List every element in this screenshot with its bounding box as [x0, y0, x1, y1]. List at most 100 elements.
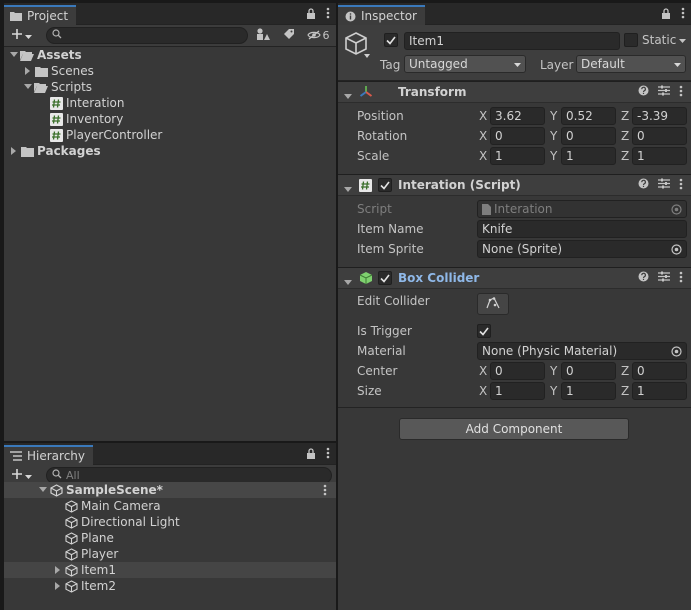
kebab-menu-icon[interactable] [326, 447, 330, 462]
center-z-value: 0 [637, 364, 645, 378]
add-component-button[interactable]: Add Component [399, 418, 629, 440]
position-y-field[interactable]: 0.52 [561, 107, 616, 125]
folder-open-icon [34, 80, 48, 94]
hierarchy-item-main-camera[interactable]: Main Camera [4, 498, 336, 514]
edit-collider-button[interactable] [477, 293, 509, 315]
object-name-value: Item1 [409, 34, 444, 48]
tree-item-interation[interactable]: Interation [4, 95, 336, 111]
expanded-arrow-icon[interactable] [344, 275, 352, 289]
folder-open-icon [20, 48, 34, 62]
tree-item-inventory[interactable]: Inventory [4, 111, 336, 127]
object-picker-icon[interactable] [671, 244, 682, 257]
transform-header[interactable]: Transform [338, 81, 691, 103]
rotation-y-value: 0 [566, 129, 574, 143]
tree-item-label: PlayerController [66, 128, 163, 142]
item-sprite-field[interactable]: None (Sprite) [477, 240, 687, 258]
rotation-y-field[interactable]: 0 [561, 127, 616, 145]
help-icon[interactable] [638, 178, 649, 192]
presets-icon[interactable] [658, 85, 670, 99]
script-enabled-checkbox[interactable] [378, 178, 392, 192]
object-picker-icon[interactable] [671, 346, 682, 359]
scene-row[interactable]: SampleScene* [4, 482, 336, 498]
active-checkbox[interactable] [384, 33, 398, 47]
position-x-field[interactable]: 3.62 [490, 107, 545, 125]
help-icon[interactable] [638, 85, 649, 99]
tree-item-packages[interactable]: Packages [4, 143, 336, 159]
tree-item-scenes[interactable]: Scenes [4, 63, 336, 79]
lock-icon[interactable] [306, 7, 316, 22]
presets-icon[interactable] [658, 178, 670, 192]
tab-inspector[interactable]: Inspector [338, 5, 425, 25]
size-z-field[interactable]: 1 [632, 382, 687, 400]
expanded-arrow-icon[interactable] [344, 89, 352, 103]
is-trigger-checkbox[interactable] [477, 324, 491, 338]
hierarchy-item-player[interactable]: Player [4, 546, 336, 562]
project-tabbar: Project [4, 3, 336, 25]
hierarchy-item-item2[interactable]: Item2 [4, 578, 336, 594]
hidden-packages-toggle[interactable]: 6 [304, 27, 332, 45]
hierarchy-item-directional-light[interactable]: Directional Light [4, 514, 336, 530]
collider-enabled-checkbox[interactable] [378, 271, 392, 285]
gameobject-icon[interactable] [344, 31, 372, 62]
kebab-menu-icon[interactable] [679, 271, 683, 286]
tag-dropdown[interactable]: Untagged [404, 55, 526, 73]
collapsed-arrow-icon[interactable] [8, 147, 20, 155]
unity-scene-icon [49, 483, 63, 497]
size-x-field[interactable]: 1 [490, 382, 545, 400]
center-z-field[interactable]: 0 [632, 362, 687, 380]
object-name-field[interactable]: Item1 [404, 32, 620, 50]
scale-z-field[interactable]: 1 [632, 147, 687, 165]
collapsed-arrow-icon[interactable] [52, 566, 64, 574]
hierarchy-item-item1[interactable]: Item1 [4, 562, 336, 578]
box-collider-header[interactable]: Box Collider [338, 267, 691, 289]
rotation-x-field[interactable]: 0 [490, 127, 545, 145]
rotation-z-field[interactable]: 0 [632, 127, 687, 145]
hierarchy-item-plane[interactable]: Plane [4, 530, 336, 546]
tree-item-label: Inventory [66, 112, 124, 126]
tree-item-scripts[interactable]: Scripts [4, 79, 336, 95]
kebab-menu-icon[interactable] [326, 7, 330, 22]
static-dropdown[interactable]: Static [642, 33, 687, 47]
tab-project[interactable]: Project [4, 5, 77, 25]
kebab-menu-icon[interactable] [681, 7, 685, 22]
is-trigger-row: Is Trigger [338, 321, 691, 341]
position-z-field[interactable]: -3.39 [632, 107, 687, 125]
layer-dropdown[interactable]: Default [576, 55, 686, 73]
scale-x-field[interactable]: 1 [490, 147, 545, 165]
center-y-field[interactable]: 0 [561, 362, 616, 380]
center-x-field[interactable]: 0 [490, 362, 545, 380]
script-reference-field: Interation [477, 200, 687, 218]
size-y-field[interactable]: 1 [561, 382, 616, 400]
scale-row: Scale X 1 Y 1 Z 1 [338, 146, 691, 166]
tree-item-assets[interactable]: Assets [4, 47, 336, 63]
expanded-arrow-icon[interactable] [22, 84, 34, 90]
tab-hierarchy[interactable]: Hierarchy [4, 445, 94, 465]
expanded-arrow-icon[interactable] [8, 52, 20, 58]
kebab-menu-icon[interactable] [679, 85, 683, 100]
search-by-type-button[interactable] [252, 27, 274, 45]
expanded-arrow-icon[interactable] [37, 487, 49, 493]
search-by-label-button[interactable] [278, 27, 300, 45]
script-label: Script [357, 202, 392, 216]
scale-y-field[interactable]: 1 [561, 147, 616, 165]
item-name-field[interactable]: Knife [477, 220, 687, 238]
script-component-header[interactable]: Interation (Script) [338, 174, 691, 196]
material-field[interactable]: None (Physic Material) [477, 342, 687, 360]
tree-item-playercontroller[interactable]: PlayerController [4, 127, 336, 143]
kebab-menu-icon[interactable] [679, 178, 683, 193]
expanded-arrow-icon[interactable] [344, 182, 352, 196]
project-search-input[interactable] [46, 27, 248, 44]
kebab-menu-icon[interactable] [323, 484, 327, 499]
hierarchy-item-label: Player [81, 547, 119, 561]
lock-icon[interactable] [306, 447, 316, 462]
collapsed-arrow-icon[interactable] [52, 582, 64, 590]
presets-icon[interactable] [658, 271, 670, 285]
search-icon [52, 469, 62, 482]
collapsed-arrow-icon[interactable] [22, 67, 34, 75]
help-icon[interactable] [638, 271, 649, 285]
lock-icon[interactable] [661, 7, 671, 22]
create-button[interactable] [8, 27, 42, 45]
scene-name: SampleScene* [66, 483, 163, 497]
static-checkbox[interactable] [624, 33, 638, 47]
hierarchy-item-label: Item2 [81, 579, 116, 593]
